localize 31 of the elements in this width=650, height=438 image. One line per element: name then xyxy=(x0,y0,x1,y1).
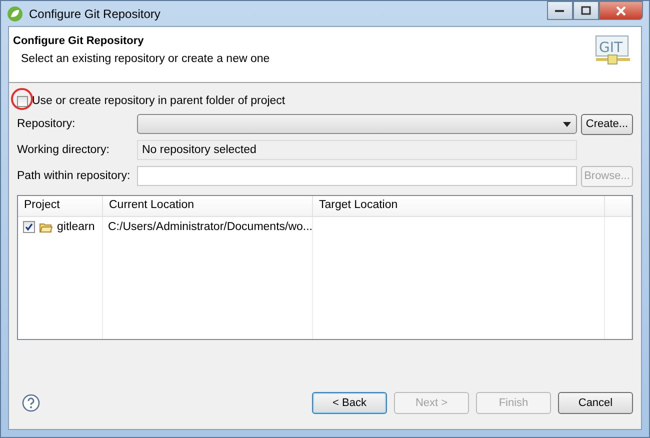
field-label: Working directory: xyxy=(17,144,110,156)
wizard-button[interactable]: < Back xyxy=(312,392,387,414)
field-label: Repository: xyxy=(17,118,76,130)
working-directory-field: No repository selected xyxy=(137,140,577,160)
close-button[interactable] xyxy=(599,1,643,20)
table-cell: gitlearn xyxy=(57,221,95,233)
minimize-button[interactable] xyxy=(547,1,573,20)
leaf-icon xyxy=(7,6,23,22)
page-description: Select an existing repository or create a new one xyxy=(21,53,270,65)
create-button[interactable]: Create... xyxy=(581,114,633,134)
wizard-button[interactable]: Cancel xyxy=(558,392,633,414)
close-icon xyxy=(616,6,626,16)
repository-dropdown[interactable] xyxy=(137,114,577,134)
column-header[interactable]: Current Location xyxy=(103,196,313,216)
column-header[interactable]: Project xyxy=(18,196,103,216)
parent-folder-checkbox[interactable] xyxy=(17,96,28,106)
maximize-button[interactable] xyxy=(573,1,599,20)
column-header[interactable]: Target Location xyxy=(313,196,605,216)
maximize-icon xyxy=(581,6,591,15)
caret-icon xyxy=(563,122,571,126)
row-checkbox[interactable] xyxy=(23,221,35,233)
folder-icon xyxy=(39,222,53,232)
page-title: Configure Git Repository xyxy=(13,35,145,47)
highlight-circle xyxy=(11,88,33,110)
minimize-icon xyxy=(555,8,565,12)
field-label: Path within repository: xyxy=(17,170,132,182)
window-title: Configure Git Repository xyxy=(29,6,162,20)
help-icon[interactable] xyxy=(22,394,40,412)
path-input-field[interactable] xyxy=(137,166,577,186)
checkbox-label: Use or create repository in parent folder of project xyxy=(32,95,286,107)
table-cell: C:/Users/Administrator/Documents/wo... xyxy=(108,221,313,233)
